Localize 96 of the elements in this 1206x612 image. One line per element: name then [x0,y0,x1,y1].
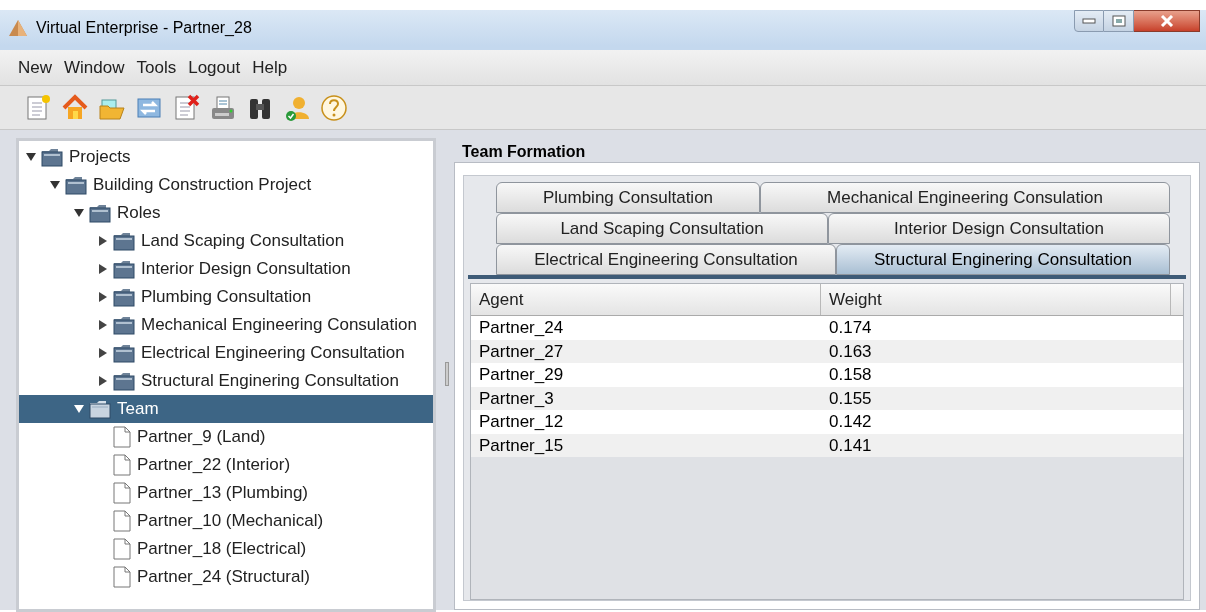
panel-title: Team Formation [461,142,587,162]
folder-icon [113,259,135,279]
tree-item[interactable]: Partner_18 (Electrical) [19,535,433,563]
collapsed-arrow-icon[interactable] [97,291,109,303]
table-cell-text: 0.174 [828,317,873,339]
menu-item[interactable]: New [16,54,54,81]
tree-item-label: Interior Design Consultation [141,258,351,281]
tree-item-label: Projects [69,146,131,169]
menu-item[interactable]: Window [62,54,127,81]
table-cell-text: Partner_24 [478,317,565,339]
minimize-button[interactable] [1074,10,1104,32]
tree-item[interactable]: Interior Design Consultation [19,255,433,283]
window-title: Virtual Enterprise - Partner_28 [36,18,252,38]
table-cell-text: Partner_12 [478,411,565,433]
maximize-button[interactable] [1104,10,1134,32]
tree-item[interactable]: Land Scaping Consultation [19,227,433,255]
folder-icon [113,343,135,363]
collapsed-arrow-icon[interactable] [97,235,109,247]
close-icon [1159,15,1174,27]
table-cell-text: Partner_29 [478,364,565,386]
tree-item[interactable]: Partner_9 (Land) [19,423,433,451]
tree-item-label: Partner_24 (Structural) [137,566,310,589]
tree-item[interactable]: Building Construction Project [19,171,433,199]
expanded-arrow-icon[interactable] [25,151,37,163]
tree-item[interactable]: Roles [19,199,433,227]
folder-icon [113,315,135,335]
document-icon [113,482,131,504]
document-icon [113,566,131,588]
tab[interactable]: Interior Design Consultation [828,213,1170,244]
folder-icon [41,147,63,167]
tree-item-label: Mechanical Engineering Consulation [141,314,417,337]
table-cell-text: 0.155 [828,387,873,410]
tree-item[interactable]: Partner_10 (Mechanical) [19,507,433,535]
tree-item[interactable]: Partner_24 (Structural) [19,563,433,591]
tab[interactable]: Land Scaping Consultation [496,213,828,244]
maximize-icon [1111,15,1126,27]
folder-icon [65,175,87,195]
tree-item[interactable]: Electrical Engineering Consultation [19,339,433,367]
close-button[interactable] [1134,10,1200,32]
tree-item[interactable]: Projects [19,143,433,171]
menu-item[interactable]: Tools [134,54,179,81]
menu-item[interactable]: Help [250,54,290,81]
column-header[interactable]: Agent [471,284,821,315]
tree-item[interactable]: Structural Enginering Consultation [19,367,433,395]
collapsed-arrow-icon[interactable] [97,319,109,331]
tree-item[interactable]: Partner_22 (Interior) [19,451,433,479]
tree-item[interactable]: Team [19,395,433,423]
home-icon[interactable] [61,93,89,122]
app-icon [8,19,28,37]
document-icon [113,426,131,448]
expanded-arrow-icon[interactable] [73,207,85,219]
tree-item-label: Team [117,398,159,421]
tab[interactable]: Plumbing Consultation [496,182,760,213]
tab[interactable]: Electrical Engineering Consultation [496,244,836,275]
tree-item-label: Building Construction Project [93,174,312,197]
folder-icon [89,203,111,223]
table-cell-text: 0.158 [828,364,873,386]
tree-item-label: Structural Enginering Consultation [141,370,399,393]
table-cell-text: Partner_3 [478,387,555,410]
tree-item-label: Partner_10 (Mechanical) [137,510,324,533]
table-cell-text: Partner_15 [478,434,565,457]
table-cell-text: 0.163 [828,340,873,363]
collapsed-arrow-icon[interactable] [97,375,109,387]
column-header[interactable]: Weight [821,284,1171,315]
tab[interactable]: Mechanical Engineering Consulation [760,182,1170,213]
table-cell-text: 0.142 [828,411,873,433]
tree-item-label: Land Scaping Consultation [141,230,345,253]
folder-icon [113,371,135,391]
folder-icon [113,287,135,307]
tree-item[interactable]: Partner_13 (Plumbing) [19,479,433,507]
tree-item[interactable]: Plumbing Consultation [19,283,433,311]
delete-document-icon[interactable] [172,93,200,122]
tree-item-label: Partner_9 (Land) [137,426,266,449]
tree-item[interactable]: Mechanical Engineering Consulation [19,311,433,339]
tree-item-label: Partner_13 (Plumbing) [137,482,309,505]
tree-item-label: Partner_22 (Interior) [137,454,291,477]
tree-item-label: Partner_18 (Electrical) [137,538,307,561]
tab[interactable]: Structural Enginering Consultation [836,244,1170,275]
tree-item-label: Electrical Engineering Consultation [141,342,405,365]
minimize-icon [1082,18,1096,24]
folder-icon [113,231,135,251]
collapsed-arrow-icon[interactable] [97,263,109,275]
menu-item[interactable]: Logout [186,54,243,81]
table-cell-text: 0.141 [828,434,873,457]
expanded-arrow-icon[interactable] [73,403,85,415]
help-icon[interactable] [320,93,348,122]
tree-item-label: Plumbing Consultation [141,286,312,309]
printer-icon[interactable] [209,93,237,122]
document-icon [113,538,131,560]
document-icon [113,510,131,532]
expanded-arrow-icon[interactable] [49,179,61,191]
table-cell-text: Partner_27 [478,340,565,363]
tree-item-label: Roles [117,202,161,225]
folder-icon [89,399,111,419]
collapsed-arrow-icon[interactable] [97,347,109,359]
document-icon [113,454,131,476]
